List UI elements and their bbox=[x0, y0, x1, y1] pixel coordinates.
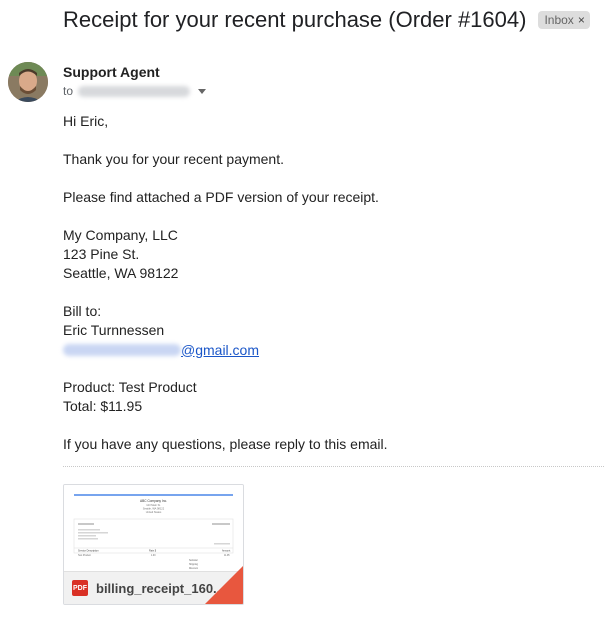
pdf-attachment-card[interactable]: ABC Company Inc. 123 Main St. Seattle, W… bbox=[63, 484, 244, 605]
to-label: to bbox=[63, 84, 74, 98]
preview-row-amount: 11.95 bbox=[224, 555, 230, 557]
preview-address-2: Seattle, WA 98122 bbox=[143, 507, 165, 511]
bill-to-name: Eric Turnnessen bbox=[63, 322, 165, 338]
email-subject: Receipt for your recent purchase (Order … bbox=[63, 7, 527, 32]
preview-address-1: 123 Main St. bbox=[146, 503, 161, 507]
preview-header-amount: Amount bbox=[222, 550, 231, 553]
inbox-label-text: Inbox bbox=[544, 13, 574, 27]
bill-to-label: Bill to: bbox=[63, 303, 102, 319]
pdf-file-icon: PDF bbox=[72, 580, 88, 596]
preview-address-3: United States bbox=[146, 510, 162, 514]
attachment-preview: ABC Company Inc. 123 Main St. Seattle, W… bbox=[64, 485, 243, 572]
preview-row-rate: 1.00 bbox=[151, 555, 156, 557]
email-body: Hi Eric, Thank you for your recent payme… bbox=[63, 112, 583, 454]
email-domain-link[interactable]: @gmail.com bbox=[181, 342, 259, 358]
preview-discount: Discount bbox=[189, 567, 198, 570]
inbox-label-badge[interactable]: Inbox × bbox=[538, 11, 590, 29]
bill-to-email[interactable]: @gmail.com bbox=[63, 340, 583, 359]
avatar-image bbox=[8, 62, 48, 102]
preview-subtotal: Subtotal bbox=[189, 559, 198, 562]
redacted-email-user bbox=[63, 343, 181, 356]
preview-shipping: Shipping bbox=[189, 564, 199, 566]
attachment-divider bbox=[63, 466, 604, 467]
remove-label-icon[interactable]: × bbox=[578, 13, 585, 27]
preview-company: ABC Company Inc. bbox=[140, 499, 167, 503]
product-line: Product: Test Product bbox=[63, 379, 197, 395]
preview-row-item: Test Product bbox=[78, 554, 91, 557]
total-line: Total: $11.95 bbox=[63, 398, 143, 414]
company-city: Seattle, WA 98122 bbox=[63, 265, 179, 281]
recipient-row: to bbox=[63, 84, 207, 98]
body-line-payment: Thank you for your recent payment. bbox=[63, 151, 284, 167]
company-street: 123 Pine St. bbox=[63, 246, 140, 262]
sender-name[interactable]: Support Agent bbox=[63, 64, 160, 80]
subject-row: Receipt for your recent purchase (Order … bbox=[63, 2, 590, 38]
preview-header-desc: Service Description bbox=[78, 550, 99, 553]
body-line-attachment: Please find attached a PDF version of yo… bbox=[63, 189, 379, 205]
corner-fold-icon bbox=[205, 566, 243, 604]
company-name: My Company, LLC bbox=[63, 227, 178, 243]
preview-header-rate: Rate $ bbox=[149, 550, 157, 553]
show-details-caret-icon[interactable] bbox=[198, 88, 207, 94]
redacted-recipient bbox=[78, 85, 191, 97]
greeting: Hi Eric, bbox=[63, 113, 109, 129]
closing-line: If you have any questions, please reply … bbox=[63, 436, 388, 452]
sender-avatar bbox=[8, 62, 48, 102]
